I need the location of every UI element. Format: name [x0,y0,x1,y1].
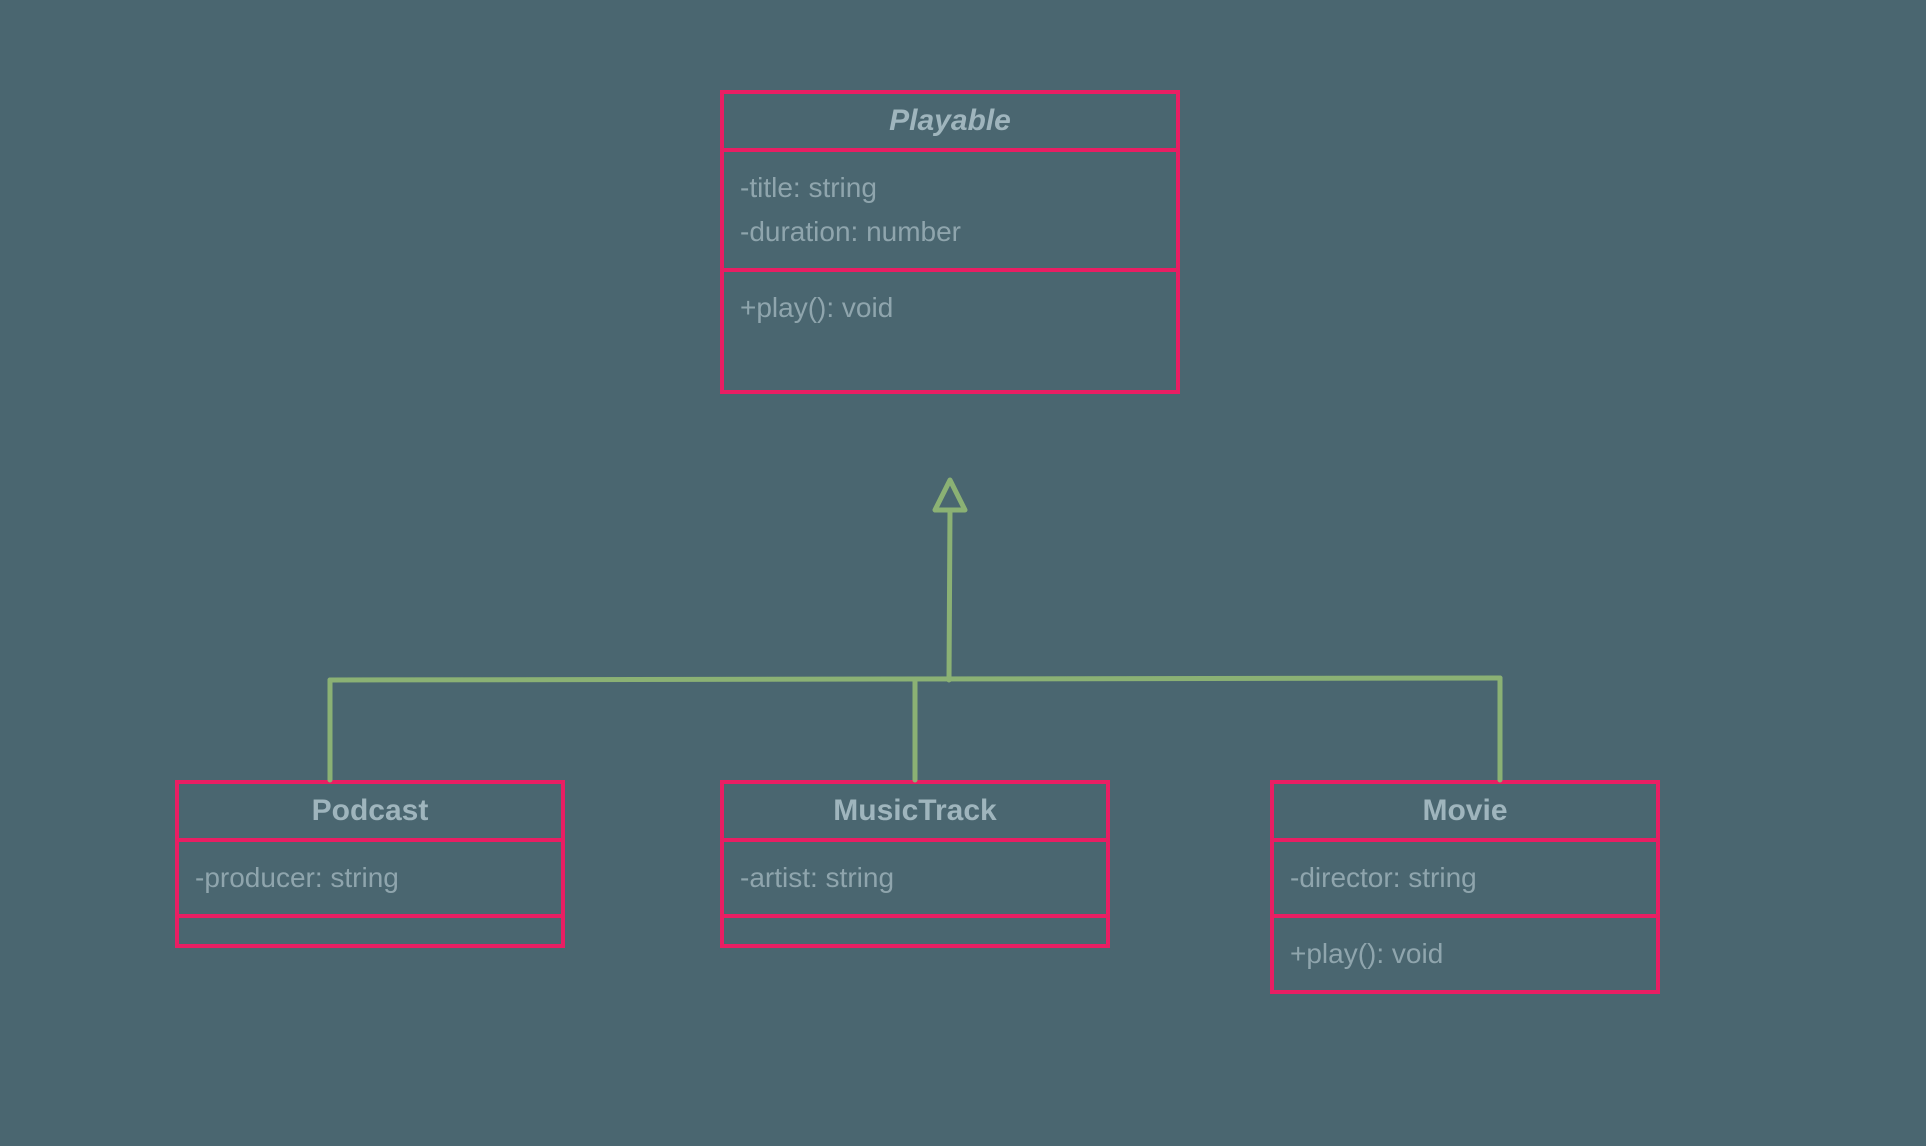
attribute-producer: -producer: string [195,856,545,900]
class-attributes-playable: -title: string -duration: number [724,152,1176,272]
class-box-playable: Playable -title: string -duration: numbe… [720,90,1180,394]
class-methods-musictrack [724,918,1106,944]
class-attributes-musictrack: -artist: string [724,842,1106,918]
class-box-musictrack: MusicTrack -artist: string [720,780,1110,948]
attribute-director: -director: string [1290,856,1640,900]
attribute-duration: -duration: number [740,210,1160,254]
class-name-podcast: Podcast [179,784,561,842]
class-attributes-movie: -director: string [1274,842,1656,918]
method-play-movie: +play(): void [1290,932,1640,976]
class-methods-movie: +play(): void [1274,918,1656,990]
class-attributes-podcast: -producer: string [179,842,561,918]
attribute-artist: -artist: string [740,856,1090,900]
class-methods-podcast [179,918,561,944]
method-play: +play(): void [740,286,1160,330]
class-methods-playable: +play(): void [724,272,1176,390]
class-name-playable: Playable [724,94,1176,152]
class-name-musictrack: MusicTrack [724,784,1106,842]
class-box-podcast: Podcast -producer: string [175,780,565,948]
attribute-title: -title: string [740,166,1160,210]
class-name-movie: Movie [1274,784,1656,842]
class-box-movie: Movie -director: string +play(): void [1270,780,1660,994]
